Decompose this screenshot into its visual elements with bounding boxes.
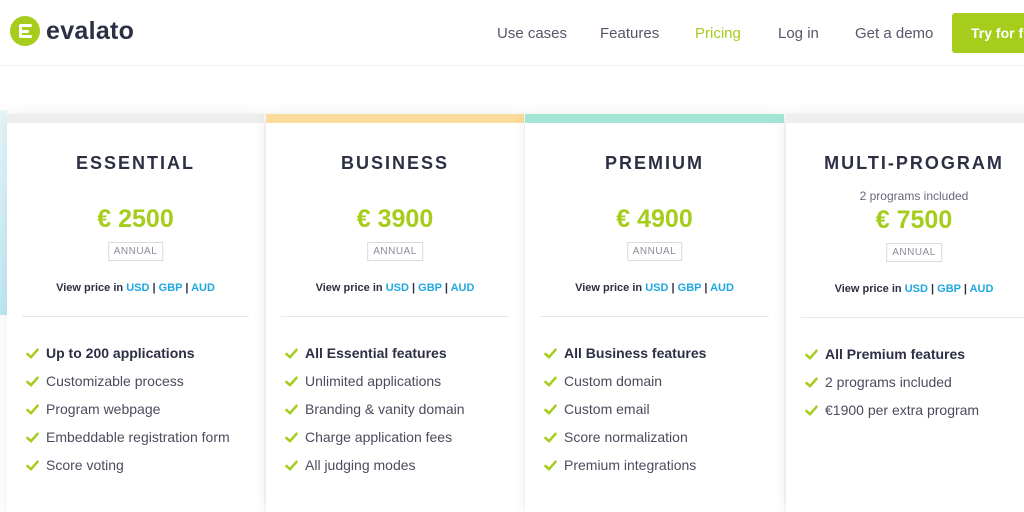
plan-price: € 4900 [616,205,693,233]
view-price-label: View price in [56,282,124,294]
brand-logo[interactable]: evalato [10,16,134,46]
currency-link-aud[interactable]: AUD [191,282,215,294]
feature-item: Branding & vanity domain [285,395,465,423]
plan-name: ESSENTIAL [75,153,195,173]
check-icon [285,432,298,443]
feature-item: Custom email [544,395,706,423]
currency-link-usd[interactable]: USD [905,283,928,295]
plan-accent-bar [525,114,784,123]
currency-link-usd[interactable]: USD [126,282,149,294]
check-icon [544,348,557,359]
check-icon [285,460,298,471]
divider [22,316,249,317]
currency-link-gbp[interactable]: GBP [678,282,702,294]
currency-link-gbp[interactable]: GBP [937,283,961,295]
feature-item: Premium integrations [544,451,706,479]
nav-features[interactable]: Features [600,25,659,42]
check-icon [26,432,39,443]
check-icon [26,460,39,471]
check-icon [285,348,298,359]
plan-card-premium: PREMIUM € 4900 ANNUAL View price in USD … [525,114,784,512]
plan-name: BUSINESS [340,153,450,173]
plan-name: PREMIUM [605,153,704,173]
billing-period-badge: ANNUAL [886,243,942,262]
plan-price: € 2500 [97,205,174,233]
currency-link-usd[interactable]: USD [645,282,668,294]
check-icon [805,405,818,416]
check-icon [26,404,39,415]
check-icon [544,404,557,415]
feature-item: Unlimited applications [285,367,465,395]
plan-price: € 3900 [356,205,434,233]
feature-list: All Premium features 2 programs included… [805,340,979,424]
feature-item: Up to 200 applications [26,339,230,367]
feature-item: 2 programs included [805,368,979,396]
feature-item: Custom domain [544,367,706,395]
plan-note: 2 programs included [859,189,969,203]
feature-item: All Premium features [805,340,979,368]
billing-period-badge: ANNUAL [367,242,423,261]
view-price-label: View price in [834,283,902,295]
check-icon [544,376,557,387]
plan-card-multi-program: MULTI-PROGRAM 2 programs included € 7500… [786,114,1024,512]
check-icon [26,348,39,359]
feature-item: Score normalization [544,423,706,451]
evalato-logo-icon [10,16,40,46]
plan-accent-bar [786,114,1024,123]
feature-list: Up to 200 applications Customizable proc… [26,339,230,479]
currency-link-usd[interactable]: USD [386,282,409,294]
feature-item: Program webpage [26,395,230,423]
divider [281,316,509,317]
billing-period-badge: ANNUAL [626,242,683,261]
nav-get-a-demo[interactable]: Get a demo [855,25,933,42]
plan-price: € 7500 [875,206,953,234]
nav-pricing[interactable]: Pricing [695,25,741,42]
currency-link-aud[interactable]: AUD [970,283,994,295]
check-icon [805,377,818,388]
view-price-in: View price in USD | GBP | AUD [56,282,215,294]
feature-item: All judging modes [285,451,465,479]
feature-item: Embeddable registration form [26,423,230,451]
feature-item: Customizable process [26,367,230,395]
nav-use-cases[interactable]: Use cases [497,25,567,42]
feature-list: All Essential features Unlimited applica… [285,339,465,479]
plan-name: MULTI-PROGRAM [824,153,1004,173]
view-price-label: View price in [575,282,643,294]
divider [801,317,1024,318]
check-icon [544,460,557,471]
plan-accent-bar [266,114,524,123]
nav-log-in[interactable]: Log in [778,25,819,42]
brand-name: evalato [46,16,135,45]
plan-accent-bar [7,114,264,123]
top-navigation-bar: evalato Use cases Features Pricing Log i… [0,0,1024,66]
feature-item: Charge application fees [285,423,465,451]
plan-card-business: BUSINESS € 3900 ANNUAL View price in USD… [266,114,524,512]
check-icon [544,432,557,443]
billing-period-badge: ANNUAL [107,242,164,261]
view-price-in: View price in USD | GBP | AUD [575,282,734,294]
view-price-label: View price in [315,282,383,294]
plan-card-essential: ESSENTIAL € 2500 ANNUAL View price in US… [7,114,264,512]
check-icon [805,349,818,360]
currency-link-gbp[interactable]: GBP [159,282,183,294]
try-for-free-button[interactable]: Try for free [952,13,1024,53]
currency-link-gbp[interactable]: GBP [418,282,442,294]
feature-item: All Business features [544,339,706,367]
view-price-in: View price in USD | GBP | AUD [315,282,475,294]
check-icon [285,404,298,415]
currency-link-aud[interactable]: AUD [451,282,475,294]
decorative-accent-strip [0,110,7,315]
feature-item: Score voting [26,451,230,479]
check-icon [285,376,298,387]
view-price-in: View price in USD | GBP | AUD [834,283,994,295]
feature-item: All Essential features [285,339,465,367]
currency-link-aud[interactable]: AUD [710,282,734,294]
feature-item: €1900 per extra program [805,396,979,424]
feature-list: All Business features Custom domain Cust… [544,339,706,479]
divider [540,316,769,317]
check-icon [26,376,39,387]
